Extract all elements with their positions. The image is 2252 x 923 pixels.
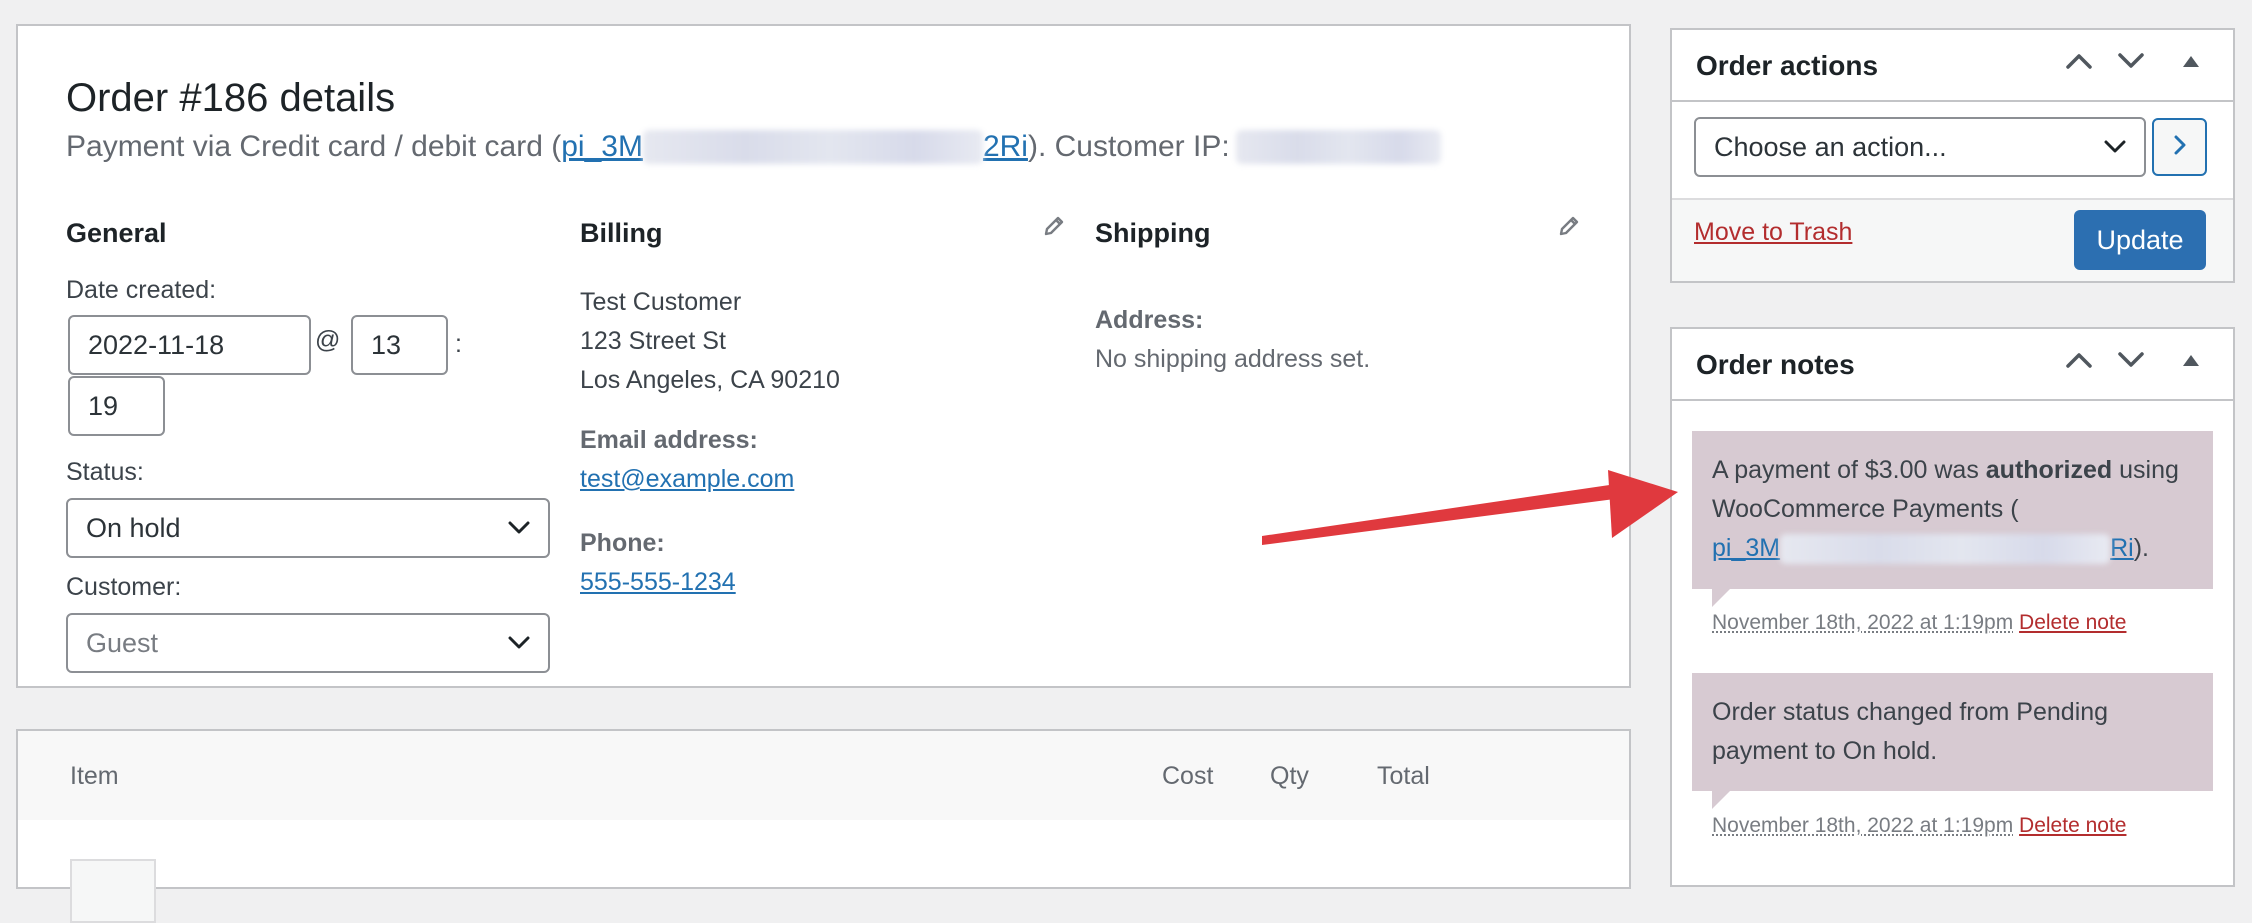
- column-cost: Cost: [1162, 762, 1214, 790]
- shipping-address-label: Address:: [1095, 306, 1204, 334]
- note-text: A payment of $3.00 was: [1712, 456, 1986, 484]
- minute-input[interactable]: 19: [68, 376, 165, 436]
- billing-email-link[interactable]: test@example.com: [580, 465, 794, 494]
- shipping-address-value: No shipping address set.: [1095, 345, 1371, 373]
- order-data-panel: Order #186 details Payment via Credit ca…: [16, 24, 1631, 688]
- payment-id-link[interactable]: pi_3M 2Ri: [561, 130, 1028, 164]
- update-button[interactable]: Update: [2074, 210, 2206, 270]
- billing-street: 123 Street St: [580, 327, 726, 355]
- time-colon: :: [455, 330, 462, 358]
- note-meta: November 18th, 2022 at 1:19pm Delete not…: [1712, 814, 2126, 838]
- customer-select[interactable]: Guest: [66, 613, 550, 673]
- item-thumbnail: [70, 859, 156, 923]
- order-actions-header: Order actions: [1672, 30, 2233, 102]
- column-qty: Qty: [1270, 762, 1309, 790]
- order-actions-panel: Order actions Choose an action... Move t…: [1670, 28, 2235, 283]
- note-text: ).: [2133, 534, 2149, 562]
- note-tail: [1712, 791, 1730, 809]
- chevron-down-icon[interactable]: [2117, 351, 2145, 374]
- chevron-up-icon[interactable]: [2065, 351, 2093, 374]
- customer-label: Customer:: [66, 573, 182, 601]
- redacted-payment-id: [1780, 533, 2111, 564]
- order-title: Order #186 details: [66, 76, 396, 120]
- column-item: Item: [70, 762, 119, 790]
- edit-shipping-pencil-icon[interactable]: [1557, 214, 1581, 243]
- billing-name: Test Customer: [580, 288, 742, 316]
- note-payment-link[interactable]: pi_3M Ri: [1712, 529, 2134, 568]
- chevron-up-icon[interactable]: [2065, 52, 2093, 75]
- delete-note-link[interactable]: Delete note: [2019, 814, 2126, 837]
- billing-address: Test Customer 123 Street St Los Angeles,…: [580, 283, 840, 400]
- at-separator: @: [315, 326, 341, 354]
- order-actions-title: Order actions: [1696, 50, 1879, 81]
- order-note: Order status changed from Pending paymen…: [1692, 673, 2213, 791]
- redacted-payment-id: [642, 130, 983, 164]
- note-tail: [1712, 589, 1730, 607]
- date-created-label: Date created:: [66, 276, 217, 304]
- phone-label: Phone:: [580, 529, 665, 557]
- billing-city: Los Angeles, CA 90210: [580, 366, 840, 394]
- note-date: November 18th, 2022 at 1:19pm: [1712, 611, 2014, 634]
- shipping-heading: Shipping: [1095, 218, 1211, 248]
- status-label: Status:: [66, 458, 144, 486]
- payment-suffix: ). Customer IP:: [1027, 130, 1230, 163]
- date-created-input[interactable]: 2022-11-18: [68, 315, 311, 375]
- column-total: Total: [1377, 762, 1430, 790]
- redacted-customer-ip: [1235, 130, 1441, 164]
- order-note: A payment of $3.00 was authorized using …: [1692, 431, 2213, 589]
- collapse-toggle-icon[interactable]: [2182, 353, 2200, 372]
- order-notes-panel: Order notes A payment of $3.00 was autho…: [1670, 327, 2235, 887]
- chevron-down-icon: [2104, 140, 2126, 154]
- payment-prefix: Payment via Credit card / debit card (: [66, 130, 562, 163]
- move-to-trash-link[interactable]: Move to Trash: [1694, 218, 1852, 247]
- edit-billing-pencil-icon[interactable]: [1042, 214, 1066, 243]
- apply-action-button[interactable]: [2152, 118, 2207, 176]
- chevron-right-icon: [2174, 135, 2186, 160]
- order-items-panel: [16, 729, 1631, 923]
- order-notes-header: Order notes: [1672, 329, 2233, 401]
- order-action-select[interactable]: Choose an action...: [1694, 117, 2146, 177]
- chevron-down-icon[interactable]: [2117, 52, 2145, 75]
- chevron-down-icon: [508, 636, 530, 650]
- billing-phone-link[interactable]: 555-555-1234: [580, 568, 736, 597]
- chevron-down-icon: [508, 521, 530, 535]
- status-select[interactable]: On hold: [66, 498, 550, 558]
- delete-note-link[interactable]: Delete note: [2019, 611, 2126, 634]
- note-text: Order status changed from Pending paymen…: [1712, 698, 2109, 765]
- note-meta: November 18th, 2022 at 1:19pm Delete not…: [1712, 611, 2126, 635]
- payment-info: Payment via Credit card / debit card ( p…: [66, 130, 1441, 164]
- note-bold-text: authorized: [1985, 456, 2113, 484]
- collapse-toggle-icon[interactable]: [2182, 54, 2200, 73]
- note-date: November 18th, 2022 at 1:19pm: [1712, 814, 2014, 837]
- general-heading: General: [66, 218, 167, 248]
- billing-heading: Billing: [580, 218, 663, 248]
- hour-input[interactable]: 13: [351, 315, 448, 375]
- email-label: Email address:: [580, 426, 758, 454]
- order-notes-title: Order notes: [1696, 349, 1855, 380]
